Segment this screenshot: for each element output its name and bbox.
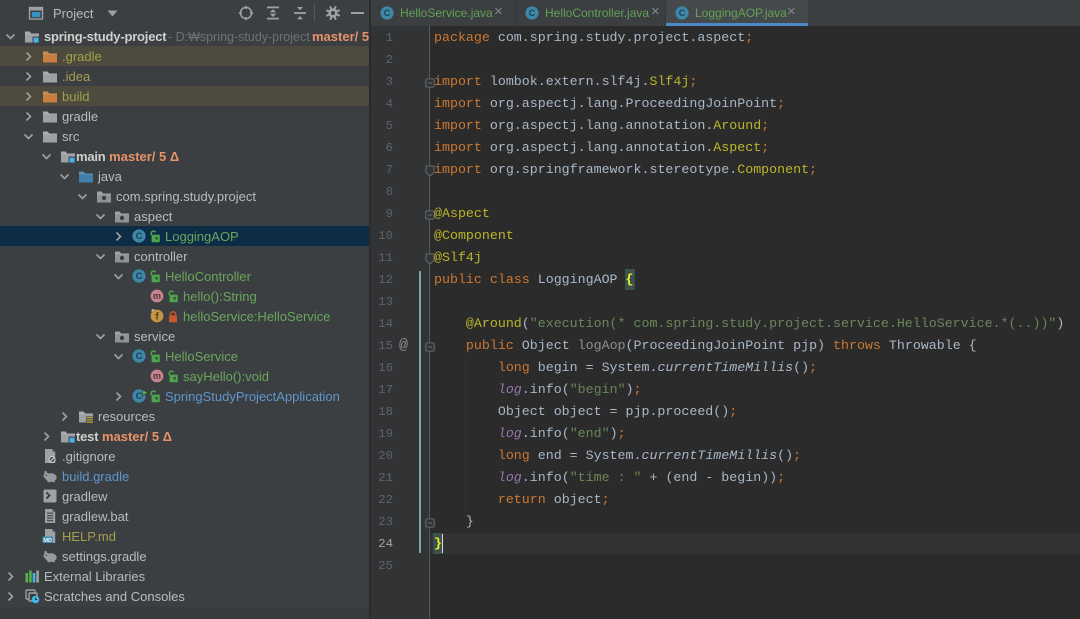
- svg-text:C: C: [384, 8, 391, 18]
- svg-text:C: C: [136, 231, 143, 242]
- svg-text:C: C: [136, 351, 143, 362]
- svg-text:m: m: [153, 291, 161, 301]
- svg-text:MD: MD: [43, 538, 52, 544]
- svg-text:C: C: [679, 8, 686, 18]
- svg-text:C: C: [136, 391, 143, 402]
- svg-text:C: C: [136, 271, 143, 282]
- svg-text:C: C: [529, 8, 536, 18]
- svg-text:m: m: [153, 371, 161, 381]
